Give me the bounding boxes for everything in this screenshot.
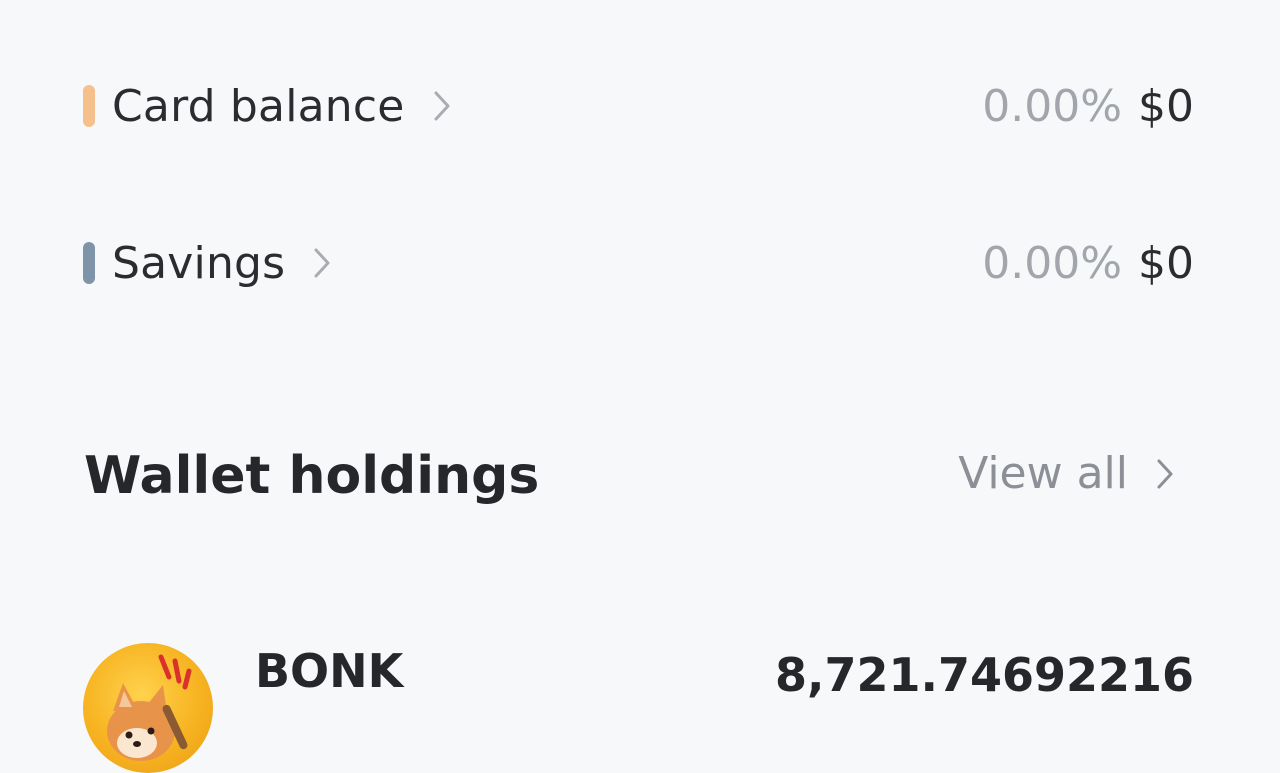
chevron-right-icon [1154,455,1180,493]
savings-label: Savings [112,237,286,289]
bonk-logo-icon [83,643,213,773]
chevron-right-icon[interactable] [311,244,337,282]
card-balance-label: Card balance [112,80,405,132]
holding-name: BONK [255,644,404,698]
holding-row-bonk[interactable]: BONK 8,721.74692216 [83,640,1194,773]
card-balance-color-bar [83,85,95,127]
account-row-right: 0.00% $0 [982,81,1194,132]
view-all-label: View all [958,448,1128,499]
account-row-left: Card balance [83,81,457,132]
wallet-holdings-title: Wallet holdings [84,446,540,506]
savings-amount: $0 [1138,237,1194,289]
card-balance-amount: $0 [1138,80,1194,132]
account-row-right: 0.00% $0 [982,238,1194,289]
account-row-card-balance[interactable]: Card balance 0.00% $0 [83,76,1194,136]
savings-percent: 0.00% [982,237,1122,289]
account-row-left: Savings [83,238,337,289]
chevron-right-icon[interactable] [431,87,457,125]
holding-amount: 8,721.74692216 [774,648,1194,702]
view-all-link[interactable]: View all [958,448,1180,499]
account-row-savings[interactable]: Savings 0.00% $0 [83,233,1194,293]
card-balance-percent: 0.00% [982,80,1122,132]
savings-color-bar [83,242,95,284]
